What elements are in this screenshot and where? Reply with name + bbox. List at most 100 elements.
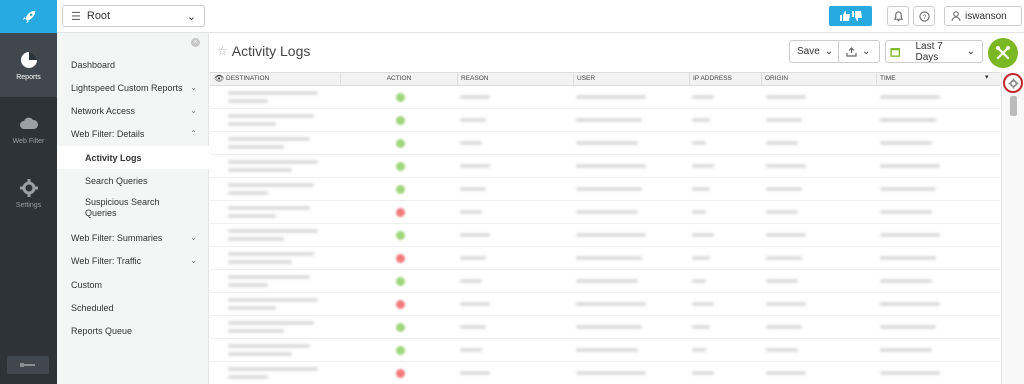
sidebar-item-label: Web Filter: Traffic bbox=[71, 255, 142, 266]
redacted-cell bbox=[766, 118, 802, 122]
table-row[interactable] bbox=[210, 201, 1000, 224]
table-row[interactable] bbox=[210, 270, 1000, 293]
blocked-status-icon bbox=[396, 369, 405, 378]
sidebar-item-activity-logs[interactable]: Activity Logs bbox=[57, 146, 209, 169]
table-settings-column bbox=[1001, 72, 1024, 384]
key-icon bbox=[20, 363, 35, 367]
col-action[interactable]: Action bbox=[340, 73, 457, 85]
sidebar-item-label: Lightspeed Custom Reports bbox=[71, 82, 183, 93]
redacted-cell bbox=[576, 348, 638, 352]
nav-reports[interactable]: Reports bbox=[0, 33, 57, 97]
sidebar-item-reports-queue[interactable]: Reports Queue bbox=[71, 319, 197, 342]
redacted-cell bbox=[692, 302, 714, 306]
redacted-cell bbox=[766, 141, 798, 145]
table-row[interactable] bbox=[210, 155, 1000, 178]
user-menu[interactable]: iswanson bbox=[944, 6, 1022, 26]
blocked-status-icon bbox=[396, 300, 405, 309]
redacted-cell bbox=[460, 210, 482, 214]
date-range-select[interactable]: Last 7 Days ⌄ bbox=[885, 40, 983, 63]
redacted-cell bbox=[576, 256, 642, 260]
table-row[interactable] bbox=[210, 178, 1000, 201]
col-time[interactable]: Time bbox=[876, 73, 993, 85]
sidebar-item-scheduled[interactable]: Scheduled bbox=[71, 296, 197, 319]
redacted-cell bbox=[692, 118, 710, 122]
redacted-cell bbox=[766, 95, 806, 99]
page-title: ☆ Activity Logs bbox=[217, 43, 310, 59]
col-ip-address[interactable]: IP Address bbox=[689, 73, 761, 85]
col-user[interactable]: User bbox=[573, 73, 689, 85]
redacted-cell bbox=[692, 95, 714, 99]
redacted-cell bbox=[766, 164, 806, 168]
redacted-cell bbox=[766, 187, 802, 191]
export-button[interactable]: ⌄ bbox=[838, 40, 880, 63]
reports-sidebar: × Dashboard Lightspeed Custom Reports ⌄ N… bbox=[57, 33, 209, 384]
root-select[interactable]: ☰ Root ⌄ bbox=[62, 5, 205, 27]
feedback-button[interactable] bbox=[829, 6, 872, 26]
table-row[interactable] bbox=[210, 224, 1000, 247]
logout-button[interactable] bbox=[7, 356, 49, 374]
sidebar-item-dashboard[interactable]: Dashboard bbox=[71, 53, 197, 76]
redacted-cell bbox=[460, 256, 486, 260]
col-destination[interactable]: Destination bbox=[223, 73, 340, 85]
star-icon[interactable]: ☆ bbox=[217, 44, 228, 58]
col-reason[interactable]: Reason bbox=[457, 73, 573, 85]
redacted-cell bbox=[576, 325, 642, 329]
scrollbar-thumb[interactable] bbox=[1010, 96, 1017, 116]
redacted-cell bbox=[766, 233, 806, 237]
redacted-cell bbox=[460, 141, 482, 145]
redacted-cell bbox=[228, 206, 310, 210]
rocket-logo-icon[interactable] bbox=[0, 0, 57, 33]
redacted-cell bbox=[880, 325, 936, 329]
sidebar-item-web-filter-traffic[interactable]: Web Filter: Traffic ⌄ bbox=[71, 249, 197, 272]
sidebar-item-label: Network Access bbox=[71, 105, 136, 116]
notifications-button[interactable] bbox=[887, 6, 909, 26]
page-title-text: Activity Logs bbox=[231, 43, 311, 59]
table-row[interactable] bbox=[210, 132, 1000, 155]
nav-web-filter[interactable]: Web Filter bbox=[0, 97, 57, 161]
redacted-cell bbox=[460, 187, 486, 191]
table-row[interactable] bbox=[210, 86, 1000, 109]
redacted-cell bbox=[880, 210, 932, 214]
chevron-down-icon: ⌄ bbox=[862, 46, 871, 57]
table-row[interactable] bbox=[210, 109, 1000, 132]
sidebar-item-suspicious-search-queries[interactable]: Suspicious Search Queries bbox=[85, 195, 185, 221]
save-button[interactable]: Save ⌄ bbox=[789, 40, 841, 63]
sidebar-item-custom[interactable]: Custom bbox=[71, 273, 197, 296]
redacted-cell bbox=[228, 191, 268, 195]
table-row[interactable] bbox=[210, 339, 1000, 362]
nav-settings[interactable]: Settings bbox=[0, 161, 57, 225]
redacted-cell bbox=[460, 118, 486, 122]
redacted-cell bbox=[576, 95, 646, 99]
redacted-cell bbox=[460, 302, 490, 306]
redacted-cell bbox=[692, 279, 706, 283]
help-button[interactable]: ? bbox=[913, 6, 935, 26]
column-settings-button[interactable] bbox=[1003, 73, 1023, 93]
redacted-cell bbox=[228, 160, 318, 164]
tools-button[interactable] bbox=[988, 38, 1018, 68]
table-row[interactable] bbox=[210, 316, 1000, 339]
table-row[interactable] bbox=[210, 362, 1000, 384]
sidebar-item-label: Web Filter: Details bbox=[71, 128, 145, 139]
allowed-status-icon bbox=[396, 93, 405, 102]
redacted-cell bbox=[228, 283, 268, 287]
col-origin[interactable]: Origin bbox=[761, 73, 876, 85]
chevron-up-icon: ⌃ bbox=[190, 129, 197, 138]
redacted-cell bbox=[228, 352, 292, 356]
date-range-value: Last 7 Days bbox=[915, 40, 943, 63]
sidebar-item-search-queries[interactable]: Search Queries bbox=[85, 169, 185, 192]
table-row[interactable] bbox=[210, 293, 1000, 316]
close-icon[interactable]: × bbox=[191, 38, 200, 47]
redacted-cell bbox=[228, 99, 268, 103]
sidebar-item-web-filter-details[interactable]: Web Filter: Details ⌃ bbox=[71, 122, 197, 145]
allowed-status-icon bbox=[396, 116, 405, 125]
sidebar-item-web-filter-summaries[interactable]: Web Filter: Summaries ⌄ bbox=[71, 226, 197, 249]
redacted-cell bbox=[576, 279, 638, 283]
table-row[interactable] bbox=[210, 247, 1000, 270]
chevron-down-icon: ⌄ bbox=[966, 46, 975, 57]
redacted-cell bbox=[460, 279, 482, 283]
redacted-cell bbox=[692, 141, 706, 145]
sidebar-item-lightspeed-custom-reports[interactable]: Lightspeed Custom Reports ⌄ bbox=[71, 76, 197, 99]
redacted-cell bbox=[880, 95, 940, 99]
redacted-cell bbox=[228, 91, 318, 95]
sidebar-item-network-access[interactable]: Network Access ⌄ bbox=[71, 99, 197, 122]
